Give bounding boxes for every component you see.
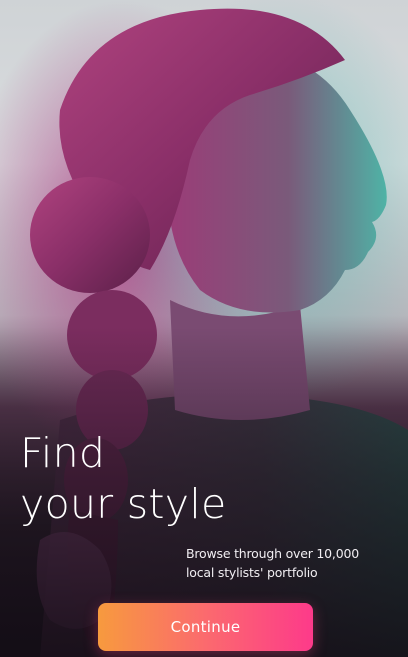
subtitle-line-2: local stylists' portfolio	[186, 565, 318, 580]
continue-button[interactable]: Continue	[98, 603, 313, 651]
headline-line-1: Find	[20, 429, 106, 477]
headline: Find your style	[20, 428, 227, 530]
subtitle-text: Browse through over 10,000 local stylist…	[186, 544, 386, 582]
onboarding-screen: Find your style Browse through over 10,0…	[0, 0, 408, 657]
subtitle-line-1: Browse through over 10,000	[186, 546, 359, 561]
headline-line-2: your style	[20, 480, 227, 528]
